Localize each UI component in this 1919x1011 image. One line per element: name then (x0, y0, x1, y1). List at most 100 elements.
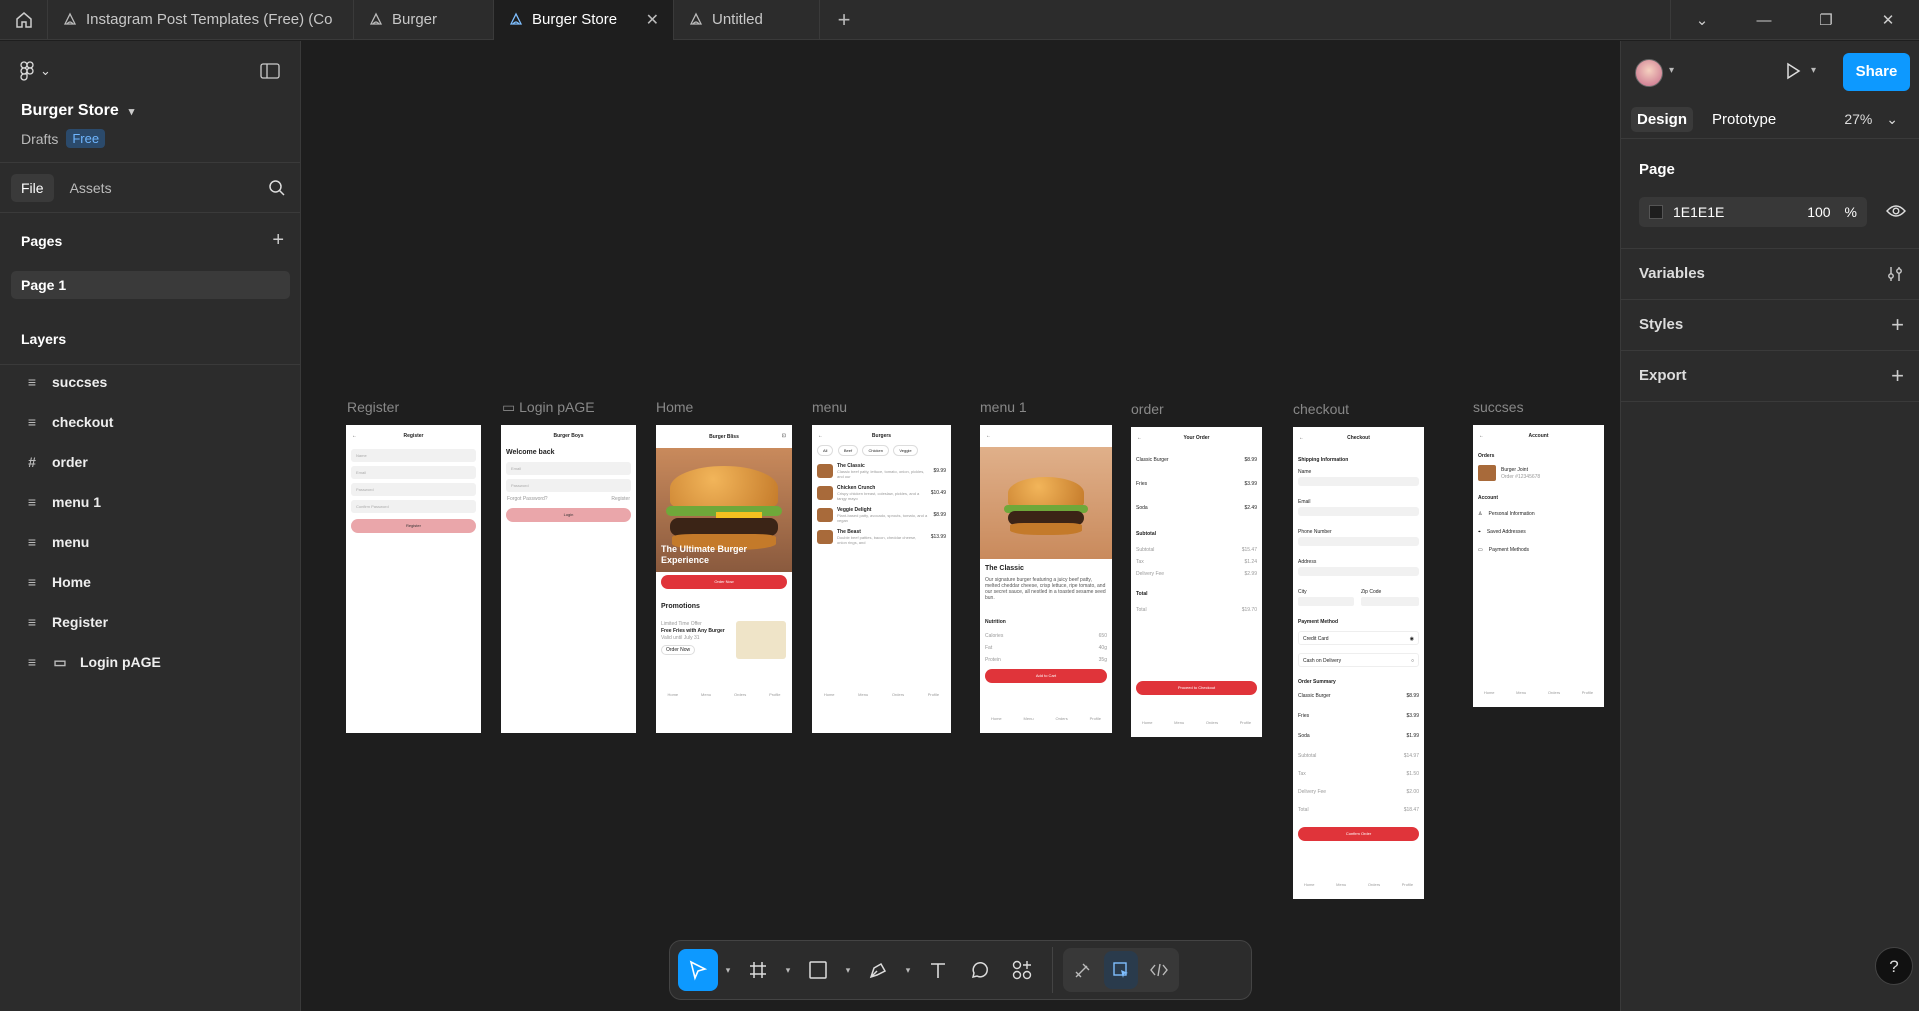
password-field[interactable]: Password (351, 483, 476, 496)
layer-order[interactable]: # order (24, 454, 88, 470)
frame-tool[interactable] (738, 949, 778, 991)
add-page-icon[interactable]: + (272, 229, 284, 252)
frame-register[interactable]: ← Register Name Email Password Confirm P… (346, 425, 481, 733)
nav-home[interactable]: Home (991, 716, 1002, 721)
frame-home[interactable]: Burger Bliss ⊡ The Ultimate Burger Exper… (656, 425, 792, 733)
file-name[interactable]: Burger Store ▾ (21, 102, 134, 120)
frame-menu-1[interactable]: ← The Classic Our signature burger featu… (980, 425, 1112, 733)
cash-option[interactable]: Cash on Delivery ○ (1298, 653, 1419, 667)
nav-orders[interactable]: Orders (1206, 720, 1218, 725)
comment-tool[interactable] (960, 949, 1000, 991)
add-style-icon[interactable]: + (1891, 312, 1904, 338)
file-tab[interactable]: File (11, 173, 54, 202)
chip-chicken[interactable]: Chicken (862, 445, 889, 456)
register-button[interactable]: Register (351, 519, 476, 533)
confirm-order-button[interactable]: Confirm Order (1298, 827, 1419, 841)
chip-veggie[interactable]: Veggie (893, 445, 918, 456)
nav-menu[interactable]: Menu (701, 692, 711, 697)
nav-orders[interactable]: Orders (1368, 882, 1380, 887)
shape-tool[interactable] (798, 949, 838, 991)
nav-home[interactable]: Home (1142, 720, 1153, 725)
dev-mode-button[interactable] (1142, 951, 1176, 989)
design-mode-button[interactable] (1104, 951, 1138, 989)
login-button[interactable]: Login (506, 508, 631, 522)
list-item[interactable]: Chicken Crunch Crispy chicken breast, col… (812, 482, 951, 504)
tab-instagram[interactable]: Instagram Post Templates (Free) (Co (48, 0, 354, 40)
nav-profile[interactable]: Profile (1090, 716, 1101, 721)
confirm-password-field[interactable]: Confirm Password (351, 500, 476, 513)
name-field[interactable]: Name (351, 449, 476, 462)
frame-label-register[interactable]: Register (347, 399, 399, 415)
nav-profile[interactable]: Profile (928, 692, 939, 697)
nav-profile[interactable]: Profile (1582, 690, 1593, 695)
help-button[interactable]: ? (1875, 947, 1913, 985)
tab-design[interactable]: Design (1631, 107, 1694, 132)
register-link[interactable]: Register (611, 496, 630, 502)
assets-tab[interactable]: Assets (60, 174, 122, 202)
nav-profile[interactable]: Profile (1240, 720, 1251, 725)
color-swatch[interactable] (1649, 205, 1663, 219)
move-tool[interactable] (678, 949, 718, 991)
chevron-down-icon[interactable]: ▾ (1811, 65, 1816, 76)
draw-mode-button[interactable] (1066, 951, 1100, 989)
nav-menu[interactable]: Menu (1336, 882, 1346, 887)
restore-icon[interactable]: ❐ (1795, 0, 1857, 40)
frame-label-home[interactable]: Home (656, 399, 693, 415)
tab-burger[interactable]: Burger (354, 0, 494, 40)
nav-home[interactable]: Home (824, 692, 835, 697)
chevron-down-icon[interactable]: ▾ (1669, 65, 1674, 76)
layer-checkout[interactable]: ≡ checkout (24, 414, 114, 430)
promo-order-button[interactable]: Order Now (661, 645, 696, 655)
nav-orders[interactable]: Orders (1548, 690, 1560, 695)
frame-checkout[interactable]: ← Checkout Shipping Information Name Ema… (1293, 427, 1424, 899)
tab-burger-store[interactable]: Burger Store ✕ (494, 0, 674, 40)
nav-menu[interactable]: Menu (1174, 720, 1184, 725)
frame-label-checkout[interactable]: checkout (1293, 401, 1349, 417)
add-export-icon[interactable]: + (1891, 363, 1904, 389)
email-field[interactable]: Email (351, 466, 476, 479)
chip-all[interactable]: All (817, 445, 834, 456)
fill-hex[interactable]: 1E1E1E (1673, 204, 1724, 220)
chevron-down-icon[interactable]: ▾ (840, 965, 856, 976)
frame-succses[interactable]: ← Account Orders Burger Joint Order #123… (1473, 425, 1604, 707)
nav-home[interactable]: Home (1304, 882, 1315, 887)
page-fill-row[interactable]: 1E1E1E 100% (1639, 197, 1867, 227)
frame-order[interactable]: ← Your Order Classic Burger $8.99 Fries $3… (1131, 427, 1262, 737)
phone-field[interactable] (1298, 537, 1419, 546)
frame-label-menu-1[interactable]: menu 1 (980, 399, 1027, 415)
personal-info-link[interactable]: ♙ Personal Information (1478, 511, 1535, 517)
zip-field[interactable] (1361, 597, 1419, 606)
main-menu-button[interactable]: ⌄ (20, 61, 51, 81)
nav-orders[interactable]: Orders (1055, 716, 1067, 721)
frame-label-succses[interactable]: succses (1473, 399, 1524, 415)
list-item[interactable]: Veggie Delight Plant-based patty, avocado… (812, 504, 951, 526)
share-button[interactable]: Share (1843, 53, 1910, 91)
new-tab-button[interactable]: + (820, 0, 868, 40)
nav-home[interactable]: Home (667, 692, 678, 697)
chip-beef[interactable]: Beef (837, 445, 859, 456)
list-item[interactable]: The Classic Classic beef patty, lettuce, … (812, 460, 951, 482)
actions-tool[interactable] (1002, 949, 1042, 991)
tab-untitled[interactable]: Untitled (674, 0, 820, 40)
page-item-page-1[interactable]: Page 1 (11, 271, 290, 299)
zoom-control[interactable]: 27% ⌄ (1844, 111, 1898, 128)
chevron-down-icon[interactable]: ▾ (780, 965, 796, 976)
layer-menu[interactable]: ≡ menu (24, 534, 89, 550)
layer-home[interactable]: ≡ Home (24, 574, 91, 590)
tab-prototype[interactable]: Prototype (1706, 107, 1782, 132)
nav-menu[interactable]: Menu (858, 692, 868, 697)
frame-label-login[interactable]: ▭ Login pAGE (502, 399, 595, 416)
visibility-toggle[interactable] (1886, 203, 1906, 224)
city-field[interactable] (1298, 597, 1354, 606)
email-field[interactable]: Email (506, 462, 631, 475)
forgot-password-link[interactable]: Forgot Password? (507, 496, 548, 502)
list-item[interactable]: The Beast Double beef patties, bacon, che… (812, 526, 951, 548)
chevron-down-icon[interactable]: ▾ (900, 965, 916, 976)
frame-label-menu[interactable]: menu (812, 399, 847, 415)
frame-login[interactable]: Burger Boys Welcome back Email Password … (501, 425, 636, 733)
name-field[interactable] (1298, 477, 1419, 486)
fill-opacity[interactable]: 100 (1807, 204, 1830, 220)
close-tab-icon[interactable]: ✕ (636, 10, 659, 30)
layer-succses[interactable]: ≡ succses (24, 374, 107, 390)
variables-button[interactable] (1886, 263, 1904, 289)
